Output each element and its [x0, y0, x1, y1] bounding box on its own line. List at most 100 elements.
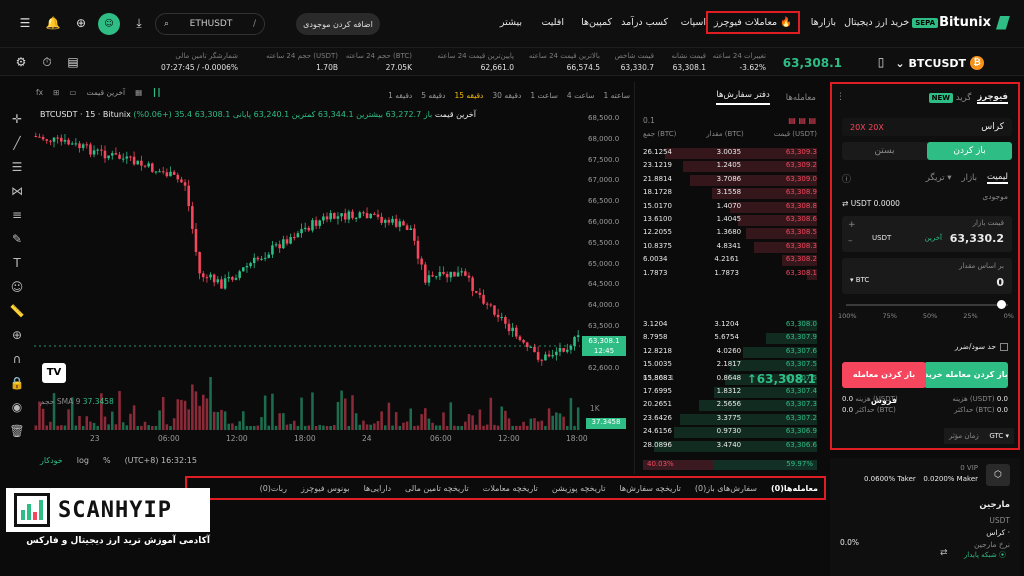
brush-icon[interactable]: ✎: [6, 232, 28, 256]
tpsl-checkbox[interactable]: حد سود/ضرر: [955, 342, 1008, 351]
percent-scale-toggle[interactable]: %: [103, 456, 111, 465]
book-row[interactable]: 12.2055 1.3680 63,308.5: [643, 228, 817, 240]
info-icon[interactable]: ⓘ: [842, 172, 851, 185]
book-row[interactable]: 1.7873 1.7873 63,308.1: [643, 268, 817, 280]
tab-funding-history[interactable]: تاریخچه تامین مالی: [405, 484, 469, 493]
interval-15m[interactable]: 15 دقیقه: [454, 91, 483, 100]
tab-grid[interactable]: NEW گرید: [926, 93, 971, 103]
compare-icon[interactable]: ⊞: [53, 88, 59, 97]
eye-icon[interactable]: ◉: [6, 400, 28, 424]
price-input[interactable]: قیمت بازار 63,330.2 آخرین USDT + –: [842, 216, 1012, 252]
avatar[interactable]: ☺: [98, 13, 120, 35]
interval-1d[interactable]: 1 ساعته: [604, 91, 631, 100]
book-row[interactable]: 8.7958 5.6754 63,307.9: [643, 333, 817, 345]
transfer-icon[interactable]: ⇄: [940, 548, 948, 558]
interval-1m[interactable]: 1 دقیقه: [388, 91, 412, 100]
time-axis[interactable]: 23 06:00 12:00 18:00 24 06:00 12:00 18:00: [34, 434, 588, 446]
book-row[interactable]: 18.1728 3.1558 63,308.9: [643, 188, 817, 200]
book-row[interactable]: 3.1204 3.1204 63,308.0: [643, 320, 817, 331]
timer-icon[interactable]: ⏱: [38, 53, 56, 71]
book-step[interactable]: 0.1: [643, 116, 655, 125]
nav-earn[interactable]: کسب درآمد: [621, 17, 668, 28]
crosshair-icon[interactable]: ✛: [6, 112, 28, 136]
book-row[interactable]: 23.6426 3.3775 63,307.2: [643, 413, 817, 425]
book-row[interactable]: 23.1219 1.2405 63,309.2: [643, 161, 817, 173]
tab-bots[interactable]: ربات(0): [260, 484, 287, 493]
nav-buy-crypto[interactable]: خرید ارز دیجیتال SEPA: [844, 17, 938, 28]
book-row[interactable]: 15.8683 0.8648 63,307.5: [643, 373, 817, 385]
text-icon[interactable]: T: [6, 256, 28, 280]
tab-futures-bonus[interactable]: بونوس فیوچرز: [301, 484, 350, 493]
price-type-select[interactable]: آخرین قیمت: [86, 88, 125, 97]
settings-icon[interactable]: ⚙: [12, 53, 30, 71]
interval-4h[interactable]: 4 ساعت: [567, 91, 595, 100]
open-short-button[interactable]: باز کردن معامله فروش: [842, 362, 926, 405]
tab-order-book[interactable]: دفتر سفارش‌ها: [716, 90, 770, 105]
margin-mode-select[interactable]: 20X 20X کراس: [842, 118, 1012, 136]
candlestick-chart[interactable]: [34, 124, 580, 444]
decrease-icon[interactable]: –: [848, 236, 853, 246]
tab-futures[interactable]: فیوچرز: [977, 92, 1008, 104]
increase-icon[interactable]: +: [848, 220, 856, 230]
open-tab[interactable]: باز کردن: [927, 142, 1012, 160]
book-row[interactable]: 12.8218 4.0260 63,307.6: [643, 346, 817, 358]
book-view-icon[interactable]: ▤ ▤ ▤: [788, 116, 816, 125]
nav-more[interactable]: بیشتر: [500, 17, 522, 28]
time-in-force-select[interactable]: زمان مؤثر GTC ▾: [944, 428, 1014, 444]
book-row[interactable]: 13.6100 1.4045 63,308.6: [643, 215, 817, 226]
close-tab[interactable]: بستن: [842, 142, 927, 160]
transfer-icon[interactable]: ⇄: [842, 199, 848, 208]
brand-logo[interactable]: Bitunix: [939, 15, 1010, 30]
nav-futures[interactable]: معاملات فیوچرز 🔥: [705, 11, 800, 34]
layout-icon[interactable]: ▦: [135, 88, 142, 97]
auto-scale-toggle[interactable]: خودکار: [40, 456, 63, 465]
more-icon[interactable]: ⋮: [836, 92, 845, 102]
trash-icon[interactable]: 🗑: [6, 424, 28, 448]
quantity-input[interactable]: بر اساس مقدار 0 ▾ BTC: [842, 258, 1012, 294]
book-row[interactable]: 20.2651 2.5656 63,307.3: [643, 400, 817, 412]
book-row[interactable]: 10.8375 4.8341 63,308.3: [643, 241, 817, 253]
nav-spot[interactable]: اسپات: [681, 17, 706, 28]
menu-icon[interactable]: ☰: [16, 14, 34, 32]
deposit-button[interactable]: اضافه کردن موجودی: [296, 13, 380, 35]
symbol-selector[interactable]: ⌄ BTCUSDT ₿: [895, 56, 984, 70]
book-row[interactable]: 24.6156 0.9730 63,306.9: [643, 427, 817, 439]
tab-trades-active[interactable]: معامله‌ها(0): [771, 484, 818, 493]
tab-open-orders[interactable]: سفارش‌های باز(0): [695, 484, 757, 493]
book-row[interactable]: 15.0170 1.4070 63,308.8: [643, 201, 817, 213]
trendline-icon[interactable]: ╱: [6, 136, 28, 160]
book-row[interactable]: 21.8814 3.7086 63,309.0: [643, 174, 817, 186]
log-scale-toggle[interactable]: log: [77, 456, 89, 465]
tab-trades[interactable]: معامله‌ها: [786, 93, 816, 103]
download-icon[interactable]: ⤓: [130, 14, 148, 32]
emoji-icon[interactable]: ☺: [6, 280, 28, 304]
indicator-icon[interactable]: fx: [36, 88, 43, 97]
chat-icon[interactable]: ▭: [69, 88, 76, 97]
interval-30m[interactable]: 30 دقیقه: [492, 91, 521, 100]
zoom-icon[interactable]: ⊕: [6, 328, 28, 352]
tab-trigger[interactable]: تریگر ▾: [926, 173, 952, 183]
tab-assets[interactable]: دارایی‌ها: [364, 484, 391, 493]
book-row[interactable]: 28.0896 3.4740 63,306.6: [643, 440, 817, 452]
slider-handle[interactable]: [997, 300, 1006, 309]
candle-icon[interactable]: ┃┃: [152, 88, 161, 97]
tradingview-logo[interactable]: TV: [42, 363, 66, 383]
book-row[interactable]: 17.6995 1.8312 63,307.4: [643, 387, 817, 398]
magnet-icon[interactable]: ∩: [6, 352, 28, 376]
percent-slider[interactable]: [846, 304, 1008, 306]
ruler-icon[interactable]: 📏: [6, 304, 28, 328]
search-input[interactable]: ⌕ ETHUSDT /: [155, 13, 265, 35]
book-row[interactable]: 15.0035 2.1817 63,307.5: [643, 360, 817, 372]
nav-markets[interactable]: بازارها: [811, 17, 836, 28]
unit-dropdown-icon[interactable]: ▾: [850, 276, 854, 284]
tab-position-history[interactable]: تاریخچه پوزیشن: [552, 484, 606, 493]
nav-affiliate[interactable]: افلیت: [541, 17, 564, 28]
lines-icon[interactable]: ☰: [6, 160, 28, 184]
interval-5m[interactable]: 5 دقیقه: [421, 91, 445, 100]
tab-trade-history[interactable]: تاریخچه معاملات: [483, 484, 538, 493]
globe-icon[interactable]: ⊕: [72, 14, 90, 32]
book-row[interactable]: 26.1254 3.0035 63,309.3: [643, 148, 817, 159]
open-long-button[interactable]: باز کردن معامله خرید: [924, 362, 1008, 388]
tab-order-history[interactable]: تاریخچه سفارش‌ها: [619, 484, 680, 493]
nav-campaigns[interactable]: کمپین‌ها: [581, 17, 612, 28]
